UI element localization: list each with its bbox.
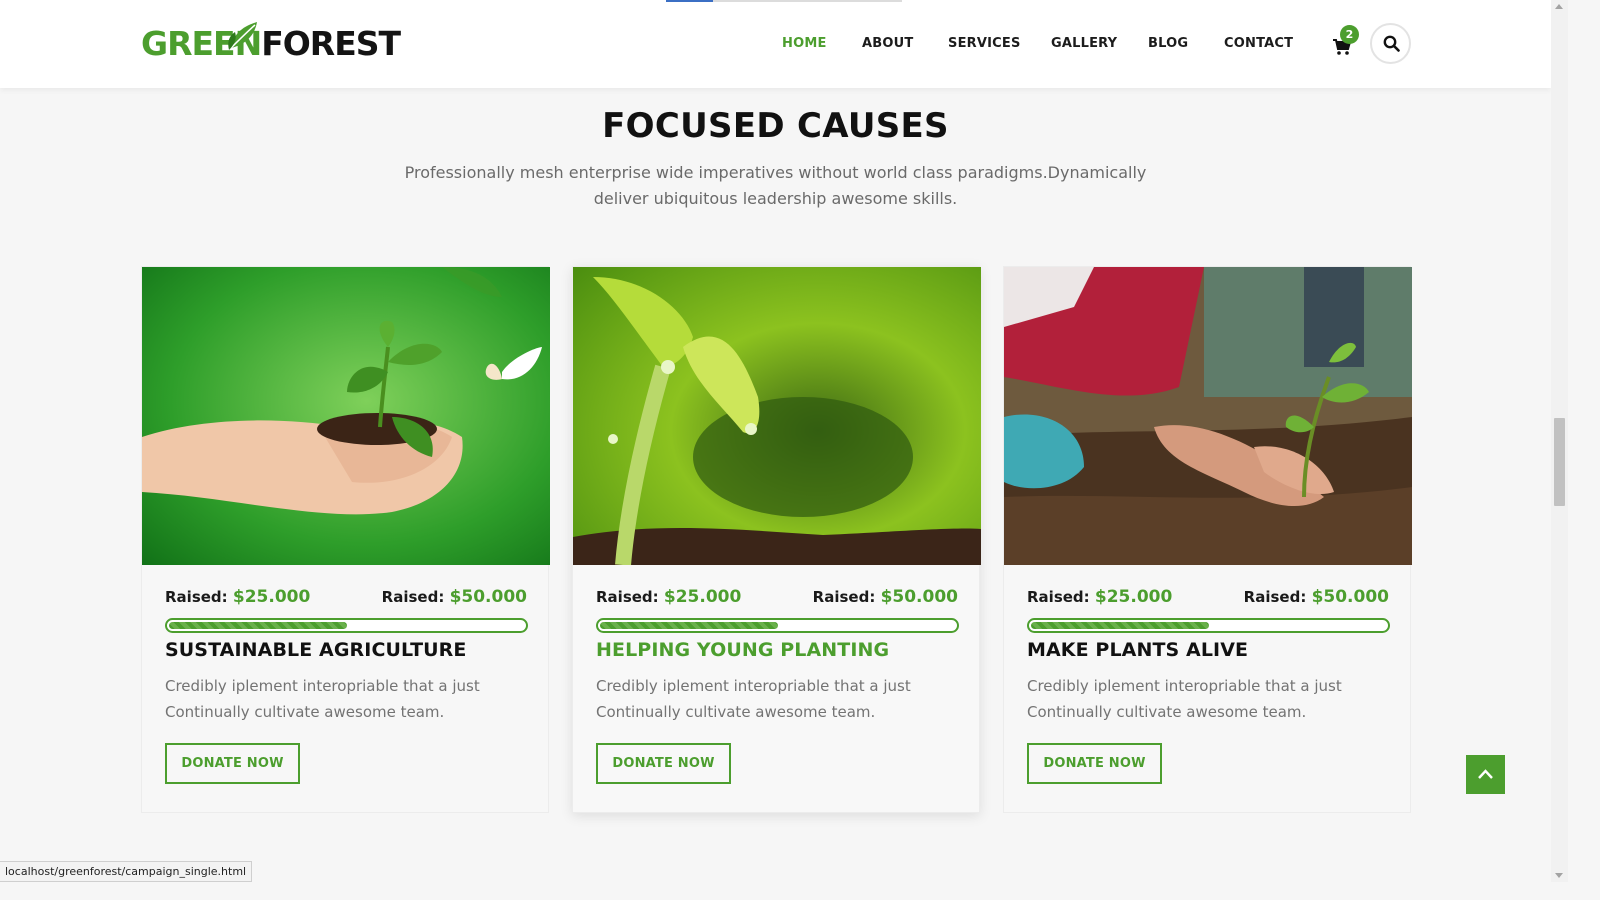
- leaf-logo-icon: [228, 22, 257, 50]
- section-title: FOCUSED CAUSES: [602, 106, 949, 146]
- cause-title[interactable]: SUSTAINABLE AGRICULTURE: [165, 639, 466, 661]
- donation-progress-bar: [1027, 618, 1390, 633]
- cause-description: Credibly iplement interopriable that a j…: [596, 677, 911, 721]
- donate-now-button[interactable]: DONATE NOW: [1027, 743, 1162, 784]
- raised-amount: Raised: $25.000: [596, 587, 741, 607]
- nav-about[interactable]: ABOUT: [862, 36, 913, 51]
- sprout-with-dew-photo: [573, 267, 981, 565]
- progress-fill: [1031, 622, 1209, 629]
- child-planting-tree-photo: [1004, 267, 1412, 565]
- browser-status-url: localhost/greenforest/campaign_single.ht…: [0, 861, 253, 882]
- cause-card: Raised: $25.000 Raised: $50.000 HELPING …: [572, 266, 981, 813]
- cause-description: Credibly iplement interopriable that a j…: [165, 677, 480, 721]
- nav-services[interactable]: SERVICES: [948, 36, 1021, 51]
- raised-value: $25.000: [232, 587, 311, 607]
- raised-value: $25.000: [1094, 587, 1173, 607]
- donation-progress-bar: [596, 618, 959, 633]
- raised-value: $25.000: [663, 587, 742, 607]
- cause-description: Credibly iplement interopriable that a j…: [1027, 677, 1342, 721]
- nav-gallery[interactable]: GALLERY: [1051, 36, 1117, 51]
- donation-progress-bar: [165, 618, 528, 633]
- section-subtitle: Professionally mesh enterprise wide impe…: [404, 163, 1147, 208]
- goal-label: Raised:: [1243, 588, 1307, 606]
- nav-contact[interactable]: CONTACT: [1224, 36, 1293, 51]
- scroll-up-arrow-icon[interactable]: [1555, 4, 1563, 9]
- cause-title[interactable]: HELPING YOUNG PLANTING: [596, 639, 889, 661]
- donate-now-button[interactable]: DONATE NOW: [165, 743, 300, 784]
- page-scrollbar[interactable]: [1551, 0, 1568, 882]
- progress-fill: [600, 622, 778, 629]
- progress-fill: [169, 622, 347, 629]
- raised-amount: Raised: $25.000: [1027, 587, 1172, 607]
- scrollbar-thumb[interactable]: [1554, 418, 1565, 506]
- hands-holding-seedling-photo: [142, 267, 550, 565]
- chevron-up-icon: [1478, 769, 1493, 779]
- donate-now-button[interactable]: DONATE NOW: [596, 743, 731, 784]
- goal-value: $50.000: [880, 587, 958, 607]
- nav-home[interactable]: HOME: [782, 36, 827, 51]
- nav-blog[interactable]: BLOG: [1148, 36, 1188, 51]
- site-logo[interactable]: GREENFOREST: [141, 18, 401, 70]
- goal-label: Raised:: [812, 588, 876, 606]
- goal-value: $50.000: [449, 587, 527, 607]
- goal-amount: Raised: $50.000: [382, 587, 527, 607]
- raised-label: Raised:: [1027, 588, 1090, 606]
- cause-title[interactable]: MAKE PLANTS ALIVE: [1027, 639, 1248, 661]
- goal-label: Raised:: [381, 588, 445, 606]
- back-to-top-button[interactable]: [1466, 755, 1505, 794]
- site-header: GREENFOREST HOME ABOUT SERVICES GALLERY …: [0, 0, 1551, 88]
- goal-amount: Raised: $50.000: [813, 587, 958, 607]
- cause-card: Raised: $25.000 Raised: $50.000 SUSTAINA…: [141, 266, 550, 813]
- raised-amount: Raised: $25.000: [165, 587, 310, 607]
- top-loading-indicator: [666, 0, 902, 2]
- scroll-down-arrow-icon[interactable]: [1555, 873, 1563, 878]
- goal-value: $50.000: [1311, 587, 1389, 607]
- raised-label: Raised:: [596, 588, 659, 606]
- search-icon: [1383, 35, 1400, 52]
- goal-amount: Raised: $50.000: [1244, 587, 1389, 607]
- cause-card: Raised: $25.000 Raised: $50.000 MAKE PLA…: [1003, 266, 1412, 813]
- logo-text-dark: FOREST: [261, 24, 401, 63]
- raised-label: Raised:: [165, 588, 228, 606]
- search-button[interactable]: [1370, 23, 1411, 64]
- cart-count-badge: 2: [1340, 25, 1359, 44]
